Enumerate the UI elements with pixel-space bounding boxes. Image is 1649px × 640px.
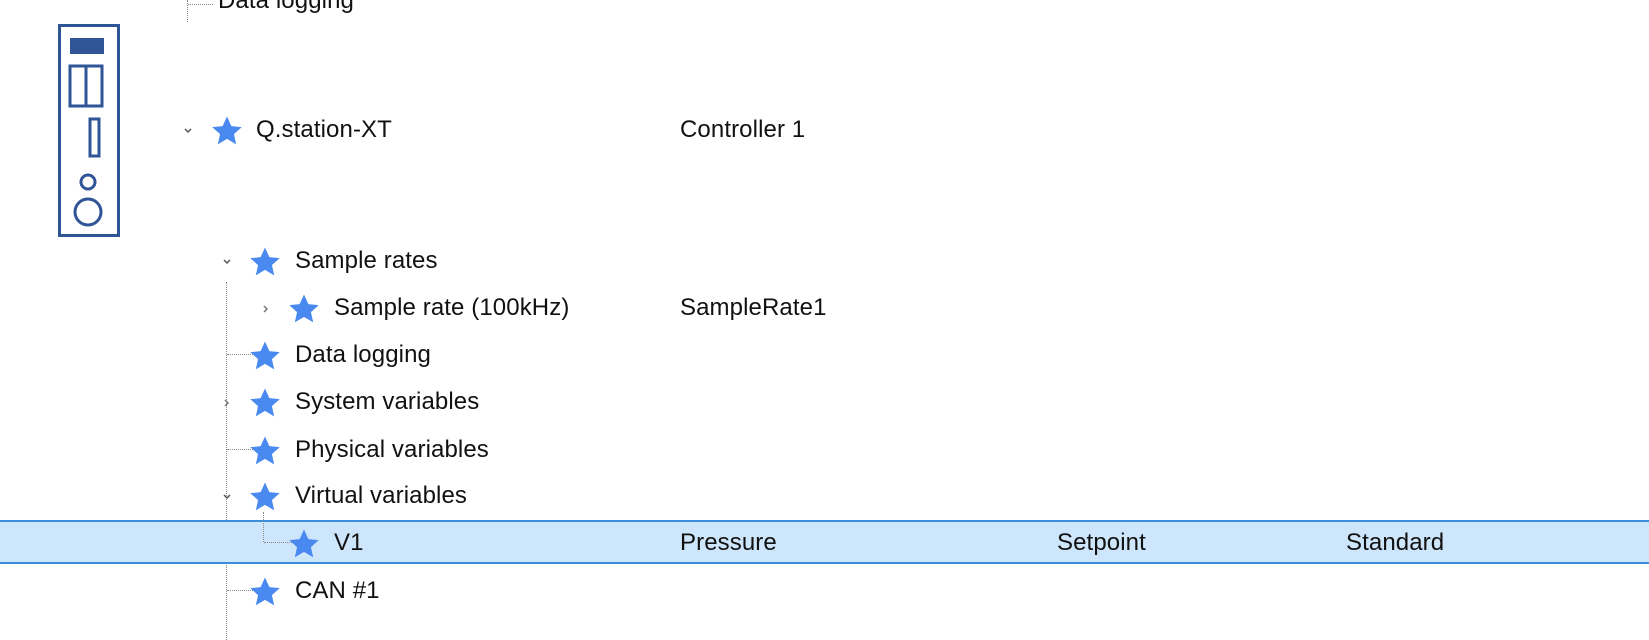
chevron-down-icon[interactable] — [220, 255, 234, 269]
tree-item-device-value: Controller 1 — [680, 116, 806, 143]
tree-item-sample-rate-label[interactable]: Sample rate (100kHz) — [334, 293, 569, 323]
star-icon — [287, 292, 321, 326]
project-tree: Data logging Q.station-XT Controller 1 S… — [0, 0, 1649, 640]
tree-item-sample-rate-value: SampleRate1 — [680, 294, 827, 321]
controller-device-icon — [58, 24, 120, 237]
star-icon — [248, 434, 282, 468]
tree-item-system-variables-label[interactable]: System variables — [295, 387, 479, 417]
chevron-down-icon[interactable] — [181, 124, 195, 138]
tree-item-sample-rates-label[interactable]: Sample rates — [295, 246, 438, 276]
tree-line — [226, 282, 227, 640]
tree-item-v1-label[interactable]: V1 — [334, 528, 364, 558]
tree-item-v1-mode: Standard — [1346, 529, 1445, 556]
tree-item-can1-label[interactable]: CAN #1 — [295, 576, 380, 606]
tree-line — [188, 4, 213, 5]
star-icon — [248, 386, 282, 420]
chevron-right-icon[interactable] — [259, 302, 273, 316]
tree-item-data-logging-label[interactable]: Data logging — [295, 340, 431, 370]
tree-item-data-logging-top-label[interactable]: Data logging — [218, 0, 354, 16]
star-icon — [248, 339, 282, 373]
tree-item-device-label[interactable]: Q.station-XT — [256, 115, 392, 145]
tree-item-virtual-variables-label[interactable]: Virtual variables — [295, 481, 467, 511]
tree-line — [263, 512, 264, 542]
star-icon — [287, 527, 321, 561]
tree-item-v1-type: Setpoint — [1057, 529, 1146, 556]
chevron-right-icon[interactable] — [220, 396, 234, 410]
star-icon — [248, 480, 282, 514]
star-icon — [248, 245, 282, 279]
star-icon — [210, 114, 244, 148]
chevron-down-icon[interactable] — [220, 490, 234, 504]
tree-item-physical-variables-label[interactable]: Physical variables — [295, 435, 489, 465]
star-icon — [248, 575, 282, 609]
tree-item-v1-quantity: Pressure — [680, 529, 777, 556]
